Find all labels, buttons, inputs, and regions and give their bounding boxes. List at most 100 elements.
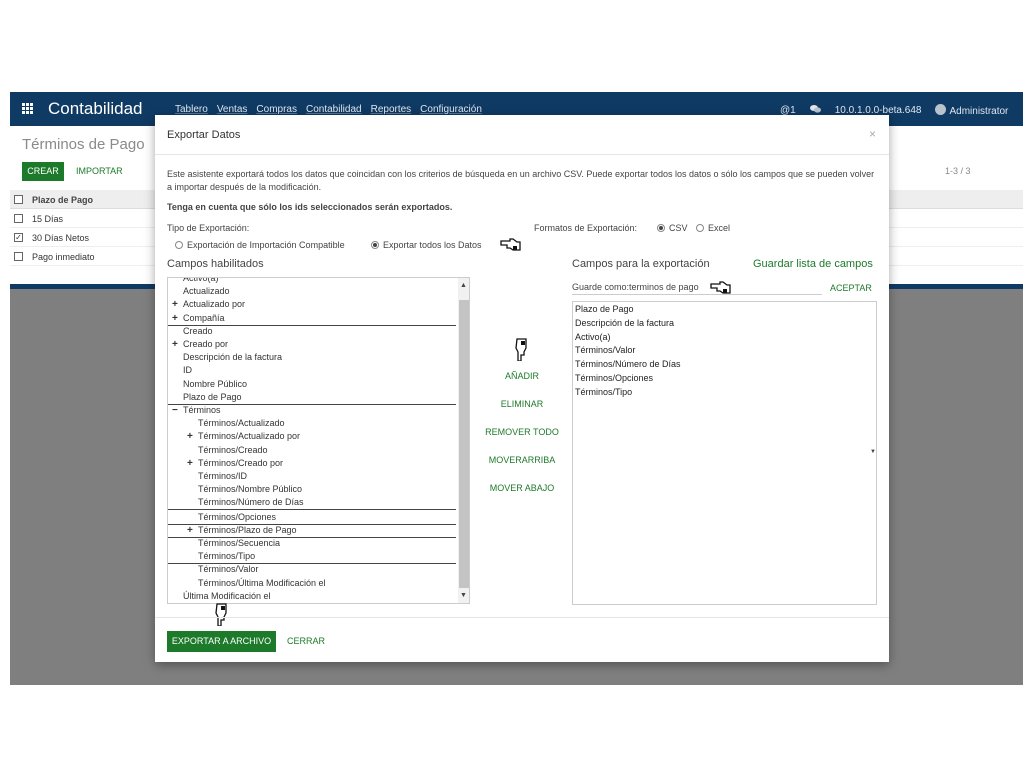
avatar: [935, 104, 947, 115]
close-button[interactable]: CERRAR: [287, 636, 325, 646]
menu-ventas[interactable]: Ventas: [217, 104, 248, 115]
dialog-footer: EXPORTAR A ARCHIVO CERRAR: [155, 617, 889, 662]
remove-button[interactable]: ELIMINAR: [477, 399, 567, 409]
radio-import-compatible[interactable]: Exportación de Importación Compatible: [175, 240, 345, 250]
remove-all-button[interactable]: REMOVER TODO: [477, 427, 567, 437]
pointer-hand-icon: [515, 338, 527, 361]
radio-excel[interactable]: Excel: [696, 223, 730, 233]
menu-configuracion[interactable]: Configuración: [420, 104, 482, 115]
scroll-down-icon[interactable]: ▼: [460, 592, 467, 599]
menu-compras[interactable]: Compras: [256, 104, 297, 115]
scroll-up-icon[interactable]: ▲: [460, 282, 467, 289]
field-item[interactable]: Términos/Creado: [168, 445, 456, 458]
field-item[interactable]: Términos/Actualizado: [168, 418, 456, 431]
move-up-button[interactable]: MOVERARRIBA: [477, 455, 567, 465]
export-field-item[interactable]: Términos/Valor: [575, 345, 635, 355]
field-label: Actualizado por: [183, 299, 246, 309]
field-item[interactable]: Creado: [168, 326, 456, 339]
export-field-item[interactable]: Términos/Número de Días: [575, 359, 681, 369]
apps-grid-icon[interactable]: [22, 103, 34, 115]
field-item[interactable]: Términos/Tipo: [168, 551, 456, 564]
field-item[interactable]: Términos/Valor: [168, 564, 456, 577]
field-item[interactable]: − Términos: [168, 405, 456, 418]
field-item[interactable]: Plazo de Pago: [168, 392, 456, 405]
field-item[interactable]: Términos/ID: [168, 471, 456, 484]
field-item[interactable]: Términos/Número de Días: [168, 497, 456, 510]
app-title: Contabilidad: [48, 99, 143, 118]
field-item[interactable]: Descripción de la factura: [168, 352, 456, 365]
radio-export-all[interactable]: Exportar todos los Datos: [371, 240, 482, 250]
field-item[interactable]: Términos/Nombre Público: [168, 484, 456, 497]
row-checkbox[interactable]: [14, 252, 23, 261]
import-button[interactable]: IMPORTAR: [76, 166, 123, 176]
field-label: ID: [183, 365, 192, 375]
save-as-input[interactable]: Guarde como:terminos de pago: [572, 282, 822, 295]
field-label: Términos/Opciones: [198, 512, 277, 522]
field-label: Términos/Valor: [198, 564, 259, 574]
column-header-plazo[interactable]: Plazo de Pago: [32, 195, 93, 205]
menu-reportes[interactable]: Reportes: [371, 104, 412, 115]
radio-label: Exportación de Importación Compatible: [187, 240, 345, 250]
expand-icon[interactable]: +: [187, 431, 193, 442]
radio-csv[interactable]: CSV: [657, 223, 688, 233]
dialog-title: Exportar Datos: [167, 129, 241, 141]
accept-button[interactable]: ACEPTAR: [830, 283, 872, 293]
field-label: Creado: [183, 326, 213, 336]
field-item[interactable]: Nombre Público: [168, 379, 456, 392]
field-item[interactable]: ID: [168, 365, 456, 378]
field-label: Términos/Actualizado por: [198, 431, 301, 441]
field-item[interactable]: + Compañía: [168, 313, 456, 326]
dialog-description: Este asistente exportará todos los datos…: [167, 169, 875, 192]
expand-icon[interactable]: +: [187, 458, 193, 469]
available-fields-tree[interactable]: Activo(a) Actualizado + Actualizado por + Com…: [167, 277, 470, 604]
expand-icon[interactable]: +: [172, 313, 178, 324]
field-item[interactable]: + Términos/Actualizado por: [168, 431, 456, 444]
save-as-value: terminos de pago: [629, 282, 699, 292]
collapse-icon[interactable]: −: [172, 405, 178, 416]
close-icon[interactable]: ×: [869, 127, 876, 141]
move-down-button[interactable]: MOVER ABAJO: [477, 483, 567, 493]
row-checkbox-checked[interactable]: ✓: [14, 233, 23, 242]
expand-icon[interactable]: +: [172, 299, 178, 310]
row-checkbox[interactable]: [14, 214, 23, 223]
save-field-list-link[interactable]: Guardar lista de campos: [753, 258, 873, 270]
export-fields-title: Campos para la exportación: [572, 258, 710, 270]
export-field-item[interactable]: Términos/Opciones: [575, 373, 653, 383]
export-field-item[interactable]: Términos/Tipo: [575, 387, 632, 397]
row-label: Pago inmediato: [32, 252, 95, 262]
add-button[interactable]: AÑADIR: [477, 371, 567, 381]
pager: 1-3 / 3: [945, 166, 971, 176]
field-label: Nombre Público: [183, 379, 248, 389]
field-item[interactable]: Actualizado: [168, 286, 456, 299]
field-item[interactable]: + Términos/Creado por: [168, 458, 456, 471]
field-label: Descripción de la factura: [183, 352, 283, 362]
field-item[interactable]: + Términos/Plazo de Pago: [168, 525, 456, 538]
field-item[interactable]: Términos/Secuencia: [168, 538, 456, 551]
create-button[interactable]: CREAR: [22, 162, 64, 181]
field-item[interactable]: Términos/Última Modificación el: [168, 578, 456, 591]
field-item[interactable]: Activo(a): [168, 278, 456, 286]
user-menu[interactable]: Administrator: [935, 104, 1008, 117]
expand-icon[interactable]: +: [187, 525, 193, 536]
field-item[interactable]: Términos/Opciones: [168, 512, 456, 525]
export-field-item[interactable]: Descripción de la factura: [575, 318, 674, 328]
field-label: Creado por: [183, 339, 229, 349]
main-menu: Tablero Ventas Compras Contabilidad Repo…: [175, 104, 491, 115]
field-item[interactable]: + Actualizado por: [168, 299, 456, 312]
tree-scroll-thumb[interactable]: [459, 300, 469, 588]
field-label: Términos/Creado: [198, 445, 268, 455]
select-all-checkbox[interactable]: [14, 195, 23, 204]
export-field-item[interactable]: Activo(a): [575, 332, 611, 342]
expand-icon[interactable]: +: [172, 339, 178, 350]
export-fields-list[interactable]: Plazo de Pago Descripción de la factura Ac…: [572, 301, 877, 605]
menu-contabilidad[interactable]: Contabilidad: [306, 104, 362, 115]
radio-label: Excel: [708, 223, 731, 233]
row-label: 15 Días: [32, 214, 64, 224]
menu-tablero[interactable]: Tablero: [175, 104, 208, 115]
field-item[interactable]: + Creado por: [168, 339, 456, 352]
field-label: Términos/Última Modificación el: [198, 578, 326, 588]
export-to-file-button[interactable]: EXPORTAR A ARCHIVO: [167, 631, 276, 652]
page-title: Términos de Pago: [22, 136, 145, 153]
export-field-item[interactable]: Plazo de Pago: [575, 304, 634, 314]
user-name: Administrator: [949, 106, 1009, 117]
